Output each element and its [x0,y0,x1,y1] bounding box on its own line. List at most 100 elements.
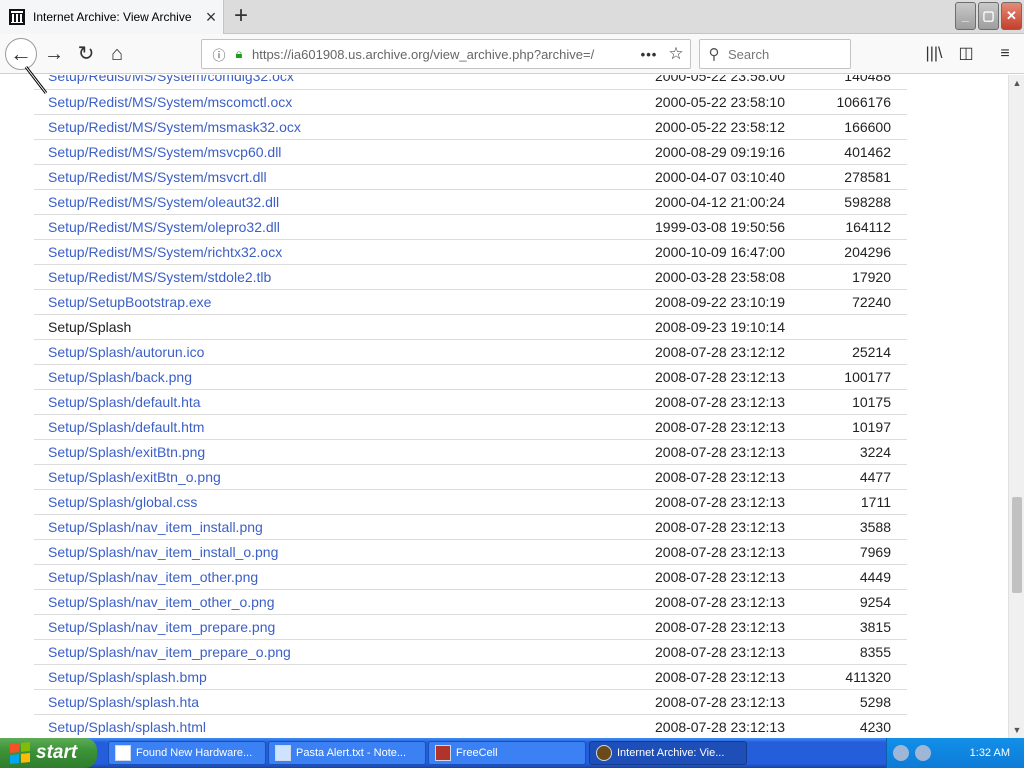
maximize-button[interactable]: ▢ [978,2,999,30]
file-link[interactable]: Setup/Splash/nav_item_prepare.png [48,619,275,635]
file-link[interactable]: Setup/Splash/autorun.ico [48,344,204,360]
table-row: Setup/Splash/splash.hta 2008-07-28 23:12:… [34,689,907,715]
file-date-cell: 2000-04-12 21:00:24 [641,189,791,215]
table-row: Setup/Splash/default.htm 2008-07-28 23:12… [34,414,907,440]
file-size-cell: 4477 [791,464,907,490]
start-button[interactable]: start [0,738,97,768]
file-link[interactable]: Setup/Splash/default.hta [48,394,201,410]
file-link[interactable]: Setup/Splash/exitBtn.png [48,444,205,460]
page-actions-icon[interactable]: ••• [636,47,662,62]
archive-file-table: Setup/Redist/MS/System/comdlg32.ocx 2000-… [34,75,907,738]
title-bar: Internet Archive: View Archive × + _ ▢ ✕ [0,0,1024,34]
file-link[interactable]: Setup/Splash/default.htm [48,419,204,435]
lock-icon[interactable]: 🔒︎ [230,46,248,62]
file-date-cell: 2000-08-29 09:19:16 [641,139,791,165]
file-link[interactable]: Setup/Redist/MS/System/stdole2.tlb [48,269,271,285]
file-size-cell: 72240 [791,289,907,315]
close-window-button[interactable]: ✕ [1001,2,1022,30]
close-tab-icon[interactable]: × [199,7,223,28]
file-date-cell: 2008-07-28 23:12:13 [641,414,791,440]
file-date-cell: 2000-05-22 23:58:12 [641,114,791,140]
file-size-cell: 4449 [791,564,907,590]
file-link[interactable]: Setup/Redist/MS/System/comdlg32.ocx [48,75,294,84]
url-text[interactable]: https://ia601908.us.archive.org/view_arc… [252,47,636,62]
start-label: start [36,742,78,763]
site-info-icon[interactable]: ⓘ [208,45,230,64]
table-row: Setup/Splash/global.css 2008-07-28 23:12:… [34,489,907,515]
file-date-cell: 2008-07-28 23:12:13 [641,639,791,665]
bookmark-star-icon[interactable]: ☆ [662,44,690,64]
navigation-toolbar: ← → ↻ ⌂ ⓘ 🔒︎ https://ia601908.us.archive… [0,34,1024,74]
file-name-cell: Setup/Redist/MS/System/oleaut32.dll [34,189,641,215]
file-link[interactable]: Setup/Splash/splash.bmp [48,669,207,685]
file-link[interactable]: Setup/Splash/exitBtn_o.png [48,469,221,485]
file-date-cell: 2000-05-22 23:58:00 [641,75,791,90]
taskbar-button-firefox[interactable]: Internet Archive: Vie... [589,741,747,765]
file-link[interactable]: Setup/Splash/nav_item_other.png [48,569,258,585]
file-date-cell: 2008-07-28 23:12:13 [641,589,791,615]
reload-button[interactable]: ↻ [72,40,100,68]
file-date-cell: 1999-03-08 19:50:56 [641,214,791,240]
file-name-cell: Setup/Redist/MS/System/comdlg32.ocx [34,75,641,90]
file-name-cell: Setup/Splash/global.css [34,489,641,515]
notepad-icon [275,745,291,761]
file-name-cell: Setup/Redist/MS/System/richtx32.ocx [34,239,641,265]
address-bar[interactable]: ⓘ 🔒︎ https://ia601908.us.archive.org/vie… [201,39,691,69]
home-button[interactable]: ⌂ [103,40,131,68]
file-link[interactable]: Setup/Splash/back.png [48,369,192,385]
file-size-cell: 598288 [791,189,907,215]
volume-icon[interactable] [915,745,931,761]
browser-tab[interactable]: Internet Archive: View Archive × [0,0,224,34]
file-date-cell: 2000-10-09 16:47:00 [641,239,791,265]
scroll-down-arrow[interactable]: ▼ [1009,722,1024,738]
taskbar-button-found-new-hardware[interactable]: Found New Hardware... [108,741,266,765]
file-name-cell: Setup/Splash/nav_item_prepare.png [34,614,641,640]
file-size-cell: 3224 [791,439,907,465]
minimize-button[interactable]: _ [955,2,976,30]
sidebar-icon[interactable]: ◫ [952,40,980,68]
file-name-cell: Setup/Splash/nav_item_prepare_o.png [34,639,641,665]
file-size-cell: 3815 [791,614,907,640]
taskbar-button-freecell[interactable]: FreeCell [428,741,586,765]
file-link[interactable]: Setup/Splash/nav_item_install_o.png [48,544,278,560]
file-link[interactable]: Setup/SetupBootstrap.exe [48,294,211,310]
file-link[interactable]: Setup/Splash/nav_item_other_o.png [48,594,275,610]
file-name-cell: Setup/Splash/nav_item_install_o.png [34,539,641,565]
file-link[interactable]: Setup/Splash/splash.hta [48,694,199,710]
file-link[interactable]: Setup/Redist/MS/System/msmask32.ocx [48,119,301,135]
file-name-cell: Setup/SetupBootstrap.exe [34,289,641,315]
file-link[interactable]: Setup/Redist/MS/System/mscomctl.ocx [48,94,292,110]
file-date-cell: 2008-07-28 23:12:13 [641,564,791,590]
file-link[interactable]: Setup/Redist/MS/System/richtx32.ocx [48,244,282,260]
file-name-cell: Setup/Redist/MS/System/msvcp60.dll [34,139,641,165]
file-link[interactable]: Setup/Redist/MS/System/oleaut32.dll [48,194,279,210]
taskbar-button-notepad[interactable]: Pasta Alert.txt - Note... [268,741,426,765]
table-row: Setup/Splash/nav_item_prepare.png 2008-07… [34,614,907,640]
file-name-cell: Setup/Splash/back.png [34,364,641,390]
system-tray: 1:32 AM [886,738,1024,768]
library-icon[interactable]: |||\ [920,40,948,68]
table-row: Setup/Splash/nav_item_other.png 2008-07-2… [34,564,907,590]
file-name-cell: Setup/Splash/default.htm [34,414,641,440]
file-link[interactable]: Setup/Redist/MS/System/msvcp60.dll [48,144,281,160]
new-tab-button[interactable]: + [228,2,254,32]
file-link[interactable]: Setup/Splash/nav_item_prepare_o.png [48,644,291,660]
table-row: Setup/Splash/exitBtn_o.png 2008-07-28 23:… [34,464,907,490]
search-bar[interactable]: ⚲ Search [699,39,851,69]
file-size-cell: 164112 [791,214,907,240]
menu-icon[interactable]: ≡ [991,40,1019,68]
table-row: Setup/Redist/MS/System/msvcp60.dll 2000-0… [34,139,907,165]
scroll-up-arrow[interactable]: ▲ [1009,75,1024,91]
file-name-cell: Setup/Splash/default.hta [34,389,641,415]
network-icon[interactable] [893,745,909,761]
file-link[interactable]: Setup/Redist/MS/System/olepro32.dll [48,219,280,235]
file-link[interactable]: Setup/Splash/global.css [48,494,197,510]
scroll-thumb[interactable] [1012,497,1022,593]
vertical-scrollbar[interactable]: ▲ ▼ [1008,75,1024,738]
file-link[interactable]: Setup/Splash/splash.html [48,719,206,735]
file-name-cell: Setup/Splash/nav_item_other.png [34,564,641,590]
file-link[interactable]: Setup/Redist/MS/System/msvcrt.dll [48,169,267,185]
mouse-cursor [24,66,48,94]
file-link[interactable]: Setup/Splash/nav_item_install.png [48,519,263,535]
table-row: Setup/Splash/nav_item_other_o.png 2008-07… [34,589,907,615]
